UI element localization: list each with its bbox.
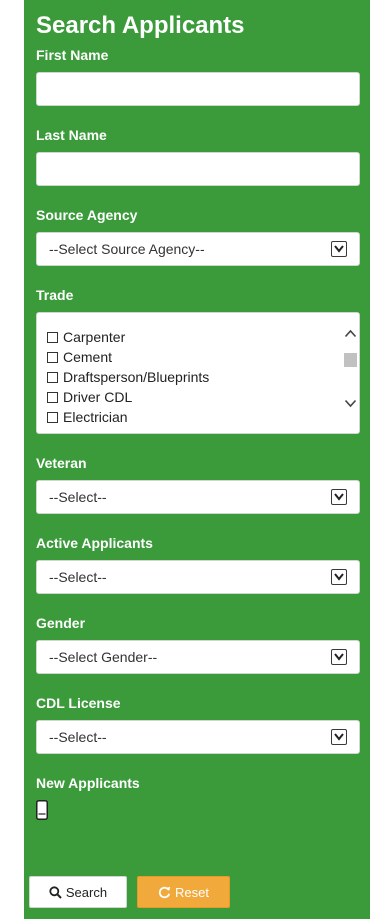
last-name-group: Last Name [36,126,360,186]
search-button[interactable]: Search [29,876,127,908]
trade-option-driver-cdl[interactable]: Driver CDL [47,387,209,407]
trade-scrollbar[interactable] [341,313,359,433]
trade-listbox[interactable]: Carpenter Cement Draftsperson/Blueprints… [36,312,360,434]
new-applicants-group: New Applicants [36,774,358,820]
chevron-up-icon[interactable] [344,329,357,338]
trade-option-label: Draftsperson/Blueprints [63,369,210,385]
chevron-down-icon [331,241,347,257]
cdl-license-group: CDL License --Select-- [36,694,360,754]
chevron-down-icon [331,569,347,585]
toggle-icon[interactable] [36,800,48,820]
checkbox-icon[interactable] [47,391,58,403]
veteran-value: --Select-- [49,489,107,505]
panel-title: Search Applicants [36,12,245,39]
source-agency-group: Source Agency --Select Source Agency-- [36,206,360,266]
trade-option-label: Carpenter [63,329,126,345]
veteran-group: Veteran --Select-- [36,454,360,514]
form-actions: Search Reset [29,876,230,908]
gender-label: Gender [36,615,86,631]
veteran-select[interactable]: --Select-- [36,480,360,514]
source-agency-label: Source Agency [36,207,138,223]
chevron-down-icon [331,729,347,745]
first-name-label: First Name [36,47,109,63]
active-applicants-group: Active Applicants --Select-- [36,534,360,594]
cdl-license-select[interactable]: --Select-- [36,720,360,754]
first-name-group: First Name [36,46,360,106]
trade-option-cement[interactable]: Cement [47,347,209,367]
trade-option-carpenter[interactable]: Carpenter [47,327,209,347]
checkbox-icon[interactable] [47,331,58,343]
active-applicants-select[interactable]: --Select-- [36,560,360,594]
trade-option-electrician[interactable]: Electrician [47,407,209,427]
source-agency-value: --Select Source Agency-- [49,241,205,257]
search-button-label: Search [65,884,108,900]
chevron-down-icon [331,489,347,505]
new-applicants-label: New Applicants [36,775,140,791]
trade-group: Trade Carpenter Cement Draftsperson/Blue… [36,286,360,434]
active-applicants-value: --Select-- [49,569,107,585]
source-agency-select[interactable]: --Select Source Agency-- [36,232,360,266]
search-panel: Search Applicants First Name Last Name S… [24,0,370,919]
first-name-input[interactable] [36,72,360,106]
chevron-down-icon[interactable] [344,399,357,408]
checkbox-icon[interactable] [47,371,58,383]
cdl-license-value: --Select-- [49,729,107,745]
scroll-thumb[interactable] [344,353,357,367]
last-name-label: Last Name [36,127,107,143]
cdl-license-label: CDL License [36,695,121,711]
gender-select[interactable]: --Select Gender-- [36,640,360,674]
trade-option-label: Driver CDL [63,389,133,405]
reset-button-label: Reset [175,884,209,900]
active-applicants-label: Active Applicants [36,535,153,551]
gender-value: --Select Gender-- [49,649,158,665]
checkbox-icon[interactable] [47,411,58,423]
refresh-icon [158,886,171,898]
search-icon [49,885,62,899]
gender-group: Gender --Select Gender-- [36,614,360,674]
trade-list: Carpenter Cement Draftsperson/Blueprints… [47,327,209,427]
last-name-input[interactable] [36,152,360,186]
checkbox-icon[interactable] [47,351,58,363]
reset-button[interactable]: Reset [137,876,230,908]
trade-option-draftsperson[interactable]: Draftsperson/Blueprints [47,367,209,387]
veteran-label: Veteran [36,455,87,471]
trade-option-label: Cement [63,349,113,365]
chevron-down-icon [331,649,347,665]
trade-option-label: Electrician [63,409,128,425]
trade-label: Trade [36,287,74,303]
